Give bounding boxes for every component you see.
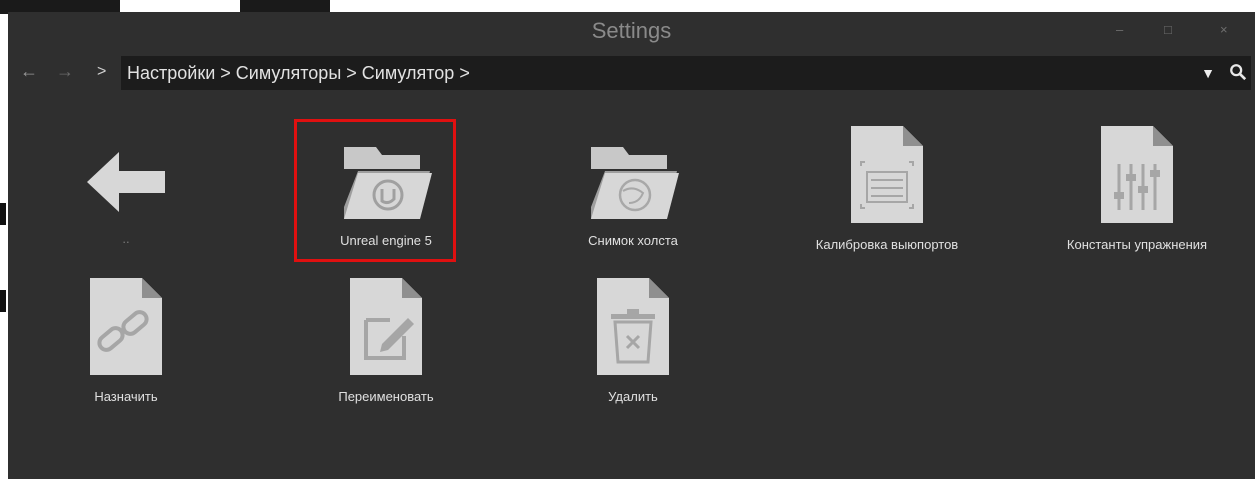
- minimize-button[interactable]: –: [1116, 22, 1123, 37]
- item-label: Калибровка выюпортов: [815, 237, 959, 252]
- dropdown-icon[interactable]: ▼: [1201, 56, 1215, 90]
- item-label: Назначить: [94, 389, 158, 404]
- item-label: Переименовать: [338, 389, 434, 404]
- item-viewport-calibration[interactable]: Калибровка выюпортов: [792, 122, 982, 252]
- settings-window: Settings – □ × ← → > Настройки > Симулят…: [8, 12, 1255, 479]
- trash-file-icon: [597, 278, 669, 375]
- item-label: Удалить: [608, 389, 658, 404]
- item-label: ..: [122, 231, 130, 246]
- window-title: Settings: [591, 18, 672, 43]
- item-label: Константы упражнения: [1066, 237, 1208, 252]
- sliders-file-icon: [1101, 126, 1173, 223]
- item-parent-folder[interactable]: ..: [31, 137, 221, 246]
- item-label: Снимок холста: [588, 233, 678, 248]
- back-arrow-icon: [87, 152, 165, 212]
- item-rename[interactable]: Переименовать: [291, 274, 481, 404]
- address-bar[interactable]: Настройки > Симуляторы > Симулятор > ▼: [121, 56, 1251, 90]
- item-exercise-constants[interactable]: Константы упражнения: [1042, 122, 1232, 252]
- item-delete[interactable]: Удалить: [538, 274, 728, 404]
- close-button[interactable]: ×: [1220, 22, 1228, 37]
- maximize-button[interactable]: □: [1164, 22, 1172, 37]
- forward-arrow-icon[interactable]: →: [56, 61, 74, 82]
- link-file-icon: [90, 278, 162, 375]
- item-assign[interactable]: Назначить: [31, 274, 221, 404]
- calibration-file-icon: [851, 126, 923, 223]
- item-canvas-snapshot[interactable]: Снимок холста: [538, 137, 728, 248]
- selection-highlight: [294, 119, 456, 262]
- search-icon[interactable]: [1229, 63, 1247, 81]
- breadcrumb: Настройки > Симуляторы > Симулятор >: [127, 63, 470, 83]
- title-bar: Settings – □ ×: [8, 12, 1255, 50]
- navigation-bar: ← → > Настройки > Симуляторы > Симулятор…: [8, 52, 1255, 94]
- edge-mark: [0, 203, 6, 225]
- folder-icon: [591, 147, 679, 219]
- edit-file-icon: [350, 278, 422, 375]
- back-arrow-icon[interactable]: ←: [20, 61, 38, 82]
- breadcrumb-separator: >: [97, 63, 107, 80]
- edge-mark: [0, 290, 6, 312]
